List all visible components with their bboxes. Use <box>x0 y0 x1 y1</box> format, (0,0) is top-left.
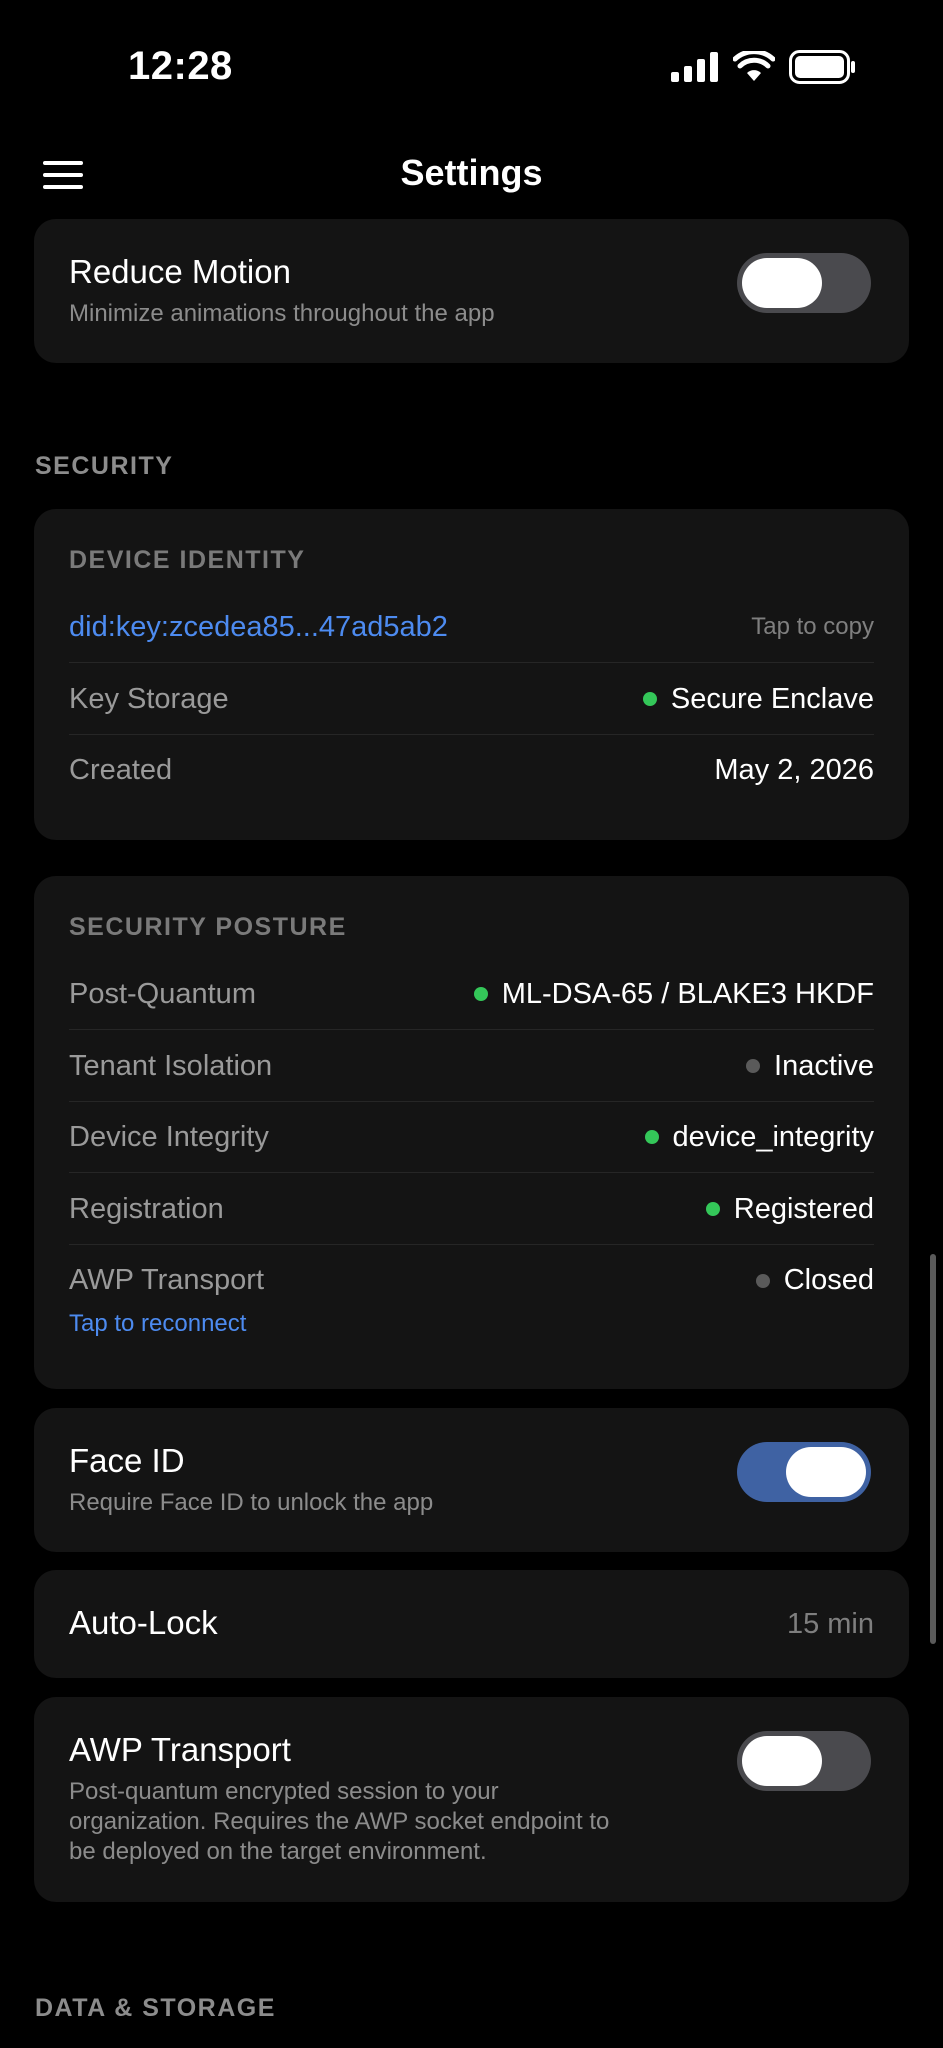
post-quantum-label: Post-Quantum <box>69 977 256 1010</box>
face-id-toggle[interactable] <box>737 1442 871 1502</box>
reduce-motion-subtitle: Minimize animations throughout the app <box>69 300 495 327</box>
face-id-title: Face ID <box>69 1442 185 1479</box>
status-dot-green <box>473 987 488 1001</box>
registration-row: Registration Registered <box>69 1174 874 1245</box>
tenant-isolation-value: Inactive <box>774 1049 874 1082</box>
device-integrity-row: Device Integrity device_integrity <box>69 1102 874 1173</box>
security-posture-card: SECURITY POSTURE Post-Quantum ML-DSA-65 … <box>34 876 909 1389</box>
awp-transport-status-value: Closed <box>783 1264 874 1296</box>
did-row[interactable]: did:key:zcedea85...47ad5ab2 Tap to copy <box>69 592 874 663</box>
created-label: Created <box>69 754 173 786</box>
registration-label: Registration <box>69 1192 224 1225</box>
face-id-subtitle: Require Face ID to unlock the app <box>69 1489 434 1516</box>
awp-transport-toggle[interactable] <box>737 1731 871 1791</box>
post-quantum-value-wrap: ML-DSA-65 / BLAKE3 HKDF <box>473 977 874 1011</box>
post-quantum-row: Post-Quantum ML-DSA-65 / BLAKE3 HKDF <box>69 959 874 1030</box>
auto-lock-value: 15 min <box>786 1608 874 1640</box>
post-quantum-value: ML-DSA-65 / BLAKE3 HKDF <box>501 977 874 1010</box>
device-integrity-value: device_integrity <box>672 1120 875 1153</box>
tap-to-copy-hint[interactable]: Tap to copy <box>751 613 874 641</box>
key-storage-label: Key Storage <box>69 682 229 715</box>
cellular-signal-icon <box>671 52 718 82</box>
status-dot-green <box>644 1130 659 1144</box>
tenant-isolation-row: Tenant Isolation Inactive <box>69 1031 874 1102</box>
awp-transport-status-value-wrap: Closed <box>755 1264 874 1297</box>
tap-to-reconnect-link[interactable]: Tap to reconnect <box>69 1310 246 1338</box>
status-dot-green <box>705 1202 720 1216</box>
awp-transport-description: Post-quantum encrypted session to your o… <box>69 1777 609 1867</box>
page-title: Settings <box>400 152 543 193</box>
device-identity-card: DEVICE IDENTITY did:key:zcedea85...47ad5… <box>34 509 909 840</box>
awp-transport-status-row: AWP Transport Closed <box>69 1245 874 1316</box>
status-bar: 12:28 <box>0 0 943 140</box>
created-value: May 2, 2026 <box>714 754 874 786</box>
awp-transport-status-label: AWP Transport <box>69 1264 265 1296</box>
awp-transport-description-line: organization. Requires the AWP socket en… <box>69 1808 610 1835</box>
tenant-isolation-value-wrap: Inactive <box>746 1050 874 1083</box>
awp-transport-title: AWP Transport <box>69 1731 291 1768</box>
data-storage-section-header: DATA & STORAGE <box>35 1994 276 2022</box>
device-identity-header: DEVICE IDENTITY <box>69 546 306 574</box>
reduce-motion-card: Reduce Motion Minimize animations throug… <box>34 219 909 363</box>
navigation-bar: Settings <box>0 140 943 210</box>
auto-lock-card[interactable]: Auto-Lock 15 min <box>34 1570 909 1678</box>
status-icons <box>671 50 857 84</box>
settings-screen: 12:28 Settings Reduce Motion Minimize an… <box>0 0 943 2048</box>
did-value[interactable]: did:key:zcedea85...47ad5ab2 <box>69 611 448 644</box>
scroll-indicator[interactable] <box>930 1254 936 1644</box>
status-dot-gray <box>755 1273 770 1288</box>
security-section-header: SECURITY <box>35 452 174 480</box>
device-integrity-value-wrap: device_integrity <box>644 1120 875 1154</box>
auto-lock-title: Auto-Lock <box>69 1604 218 1641</box>
reduce-motion-title: Reduce Motion <box>69 253 291 290</box>
status-dot-gray <box>746 1059 761 1073</box>
key-storage-row: Key Storage Secure Enclave <box>69 664 874 735</box>
tenant-isolation-label: Tenant Isolation <box>69 1049 273 1082</box>
awp-transport-description-line: Post-quantum encrypted session to your <box>69 1778 499 1805</box>
awp-transport-description-line: be deployed on the target environment. <box>69 1838 487 1865</box>
reduce-motion-toggle[interactable] <box>737 253 871 313</box>
key-storage-value-wrap: Secure Enclave <box>642 682 874 716</box>
created-row: Created May 2, 2026 <box>69 735 874 806</box>
awp-transport-card: AWP Transport Post-quantum encrypted ses… <box>34 1697 909 1902</box>
wifi-icon <box>733 51 775 81</box>
registration-value-wrap: Registered <box>705 1192 874 1226</box>
device-integrity-label: Device Integrity <box>69 1120 269 1153</box>
security-posture-header: SECURITY POSTURE <box>69 913 347 941</box>
registration-value: Registered <box>733 1192 874 1225</box>
face-id-card: Face ID Require Face ID to unlock the ap… <box>34 1408 909 1552</box>
status-dot-green <box>642 692 657 706</box>
status-time: 12:28 <box>128 44 233 88</box>
key-storage-value: Secure Enclave <box>670 682 874 715</box>
battery-icon <box>789 50 855 84</box>
